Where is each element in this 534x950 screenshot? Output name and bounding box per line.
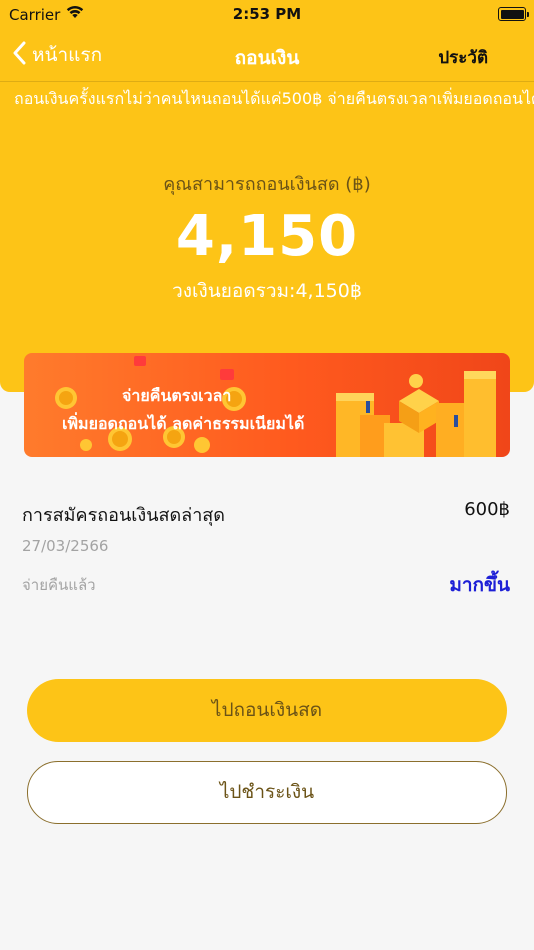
- banner-line-1: จ่ายคืนตรงเวลา: [122, 386, 232, 405]
- navigation-bar: หน้าแรก ถอนเงิน ประวัติ: [0, 30, 534, 80]
- banner-line-2: เพิ่มยอดถอนได้ ลดค่าธรรมเนียมได้: [62, 414, 305, 433]
- latest-request-status: จ่ายคืนแล้ว: [22, 576, 96, 594]
- latest-request-date: 27/03/2566: [22, 537, 109, 555]
- go-pay-button[interactable]: ไปชำระเงิน: [27, 761, 507, 824]
- promo-banner[interactable]: จ่ายคืนตรงเวลา เพิ่มยอดถอนได้ ลดค่าธรรมเ…: [24, 353, 510, 457]
- clock: 2:53 PM: [232, 5, 302, 23]
- latest-request-title: การสมัครถอนเงินสดล่าสุด: [22, 505, 225, 526]
- available-label: คุณสามารถถอนเงินสด (฿): [163, 174, 371, 195]
- nav-divider: [0, 81, 534, 82]
- more-link[interactable]: มากขึ้น: [449, 570, 510, 600]
- back-label: หน้าแรก: [32, 44, 103, 66]
- banner-illustration: [55, 356, 496, 457]
- back-button[interactable]: หน้าแรก: [12, 40, 102, 70]
- battery-icon: [498, 7, 529, 21]
- credit-limit: วงเงินยอดรวม:4,150฿: [172, 280, 362, 302]
- withdraw-cash-button[interactable]: ไปถอนเงินสด: [27, 679, 507, 742]
- notice-marquee: ถอนเงินครั้งแรกไม่ว่าคนไหนถอนได้แค่500฿ …: [0, 86, 534, 112]
- available-amount: 4,150: [175, 204, 359, 269]
- status-bar: Carrier 2:53 PM: [0, 0, 534, 28]
- chevron-left-icon: [12, 41, 26, 69]
- history-button[interactable]: ประวัติ: [438, 44, 488, 71]
- marquee-text: ถอนเงินครั้งแรกไม่ว่าคนไหนถอนได้แค่500฿ …: [14, 89, 534, 108]
- latest-request-amount: 600฿: [464, 499, 510, 520]
